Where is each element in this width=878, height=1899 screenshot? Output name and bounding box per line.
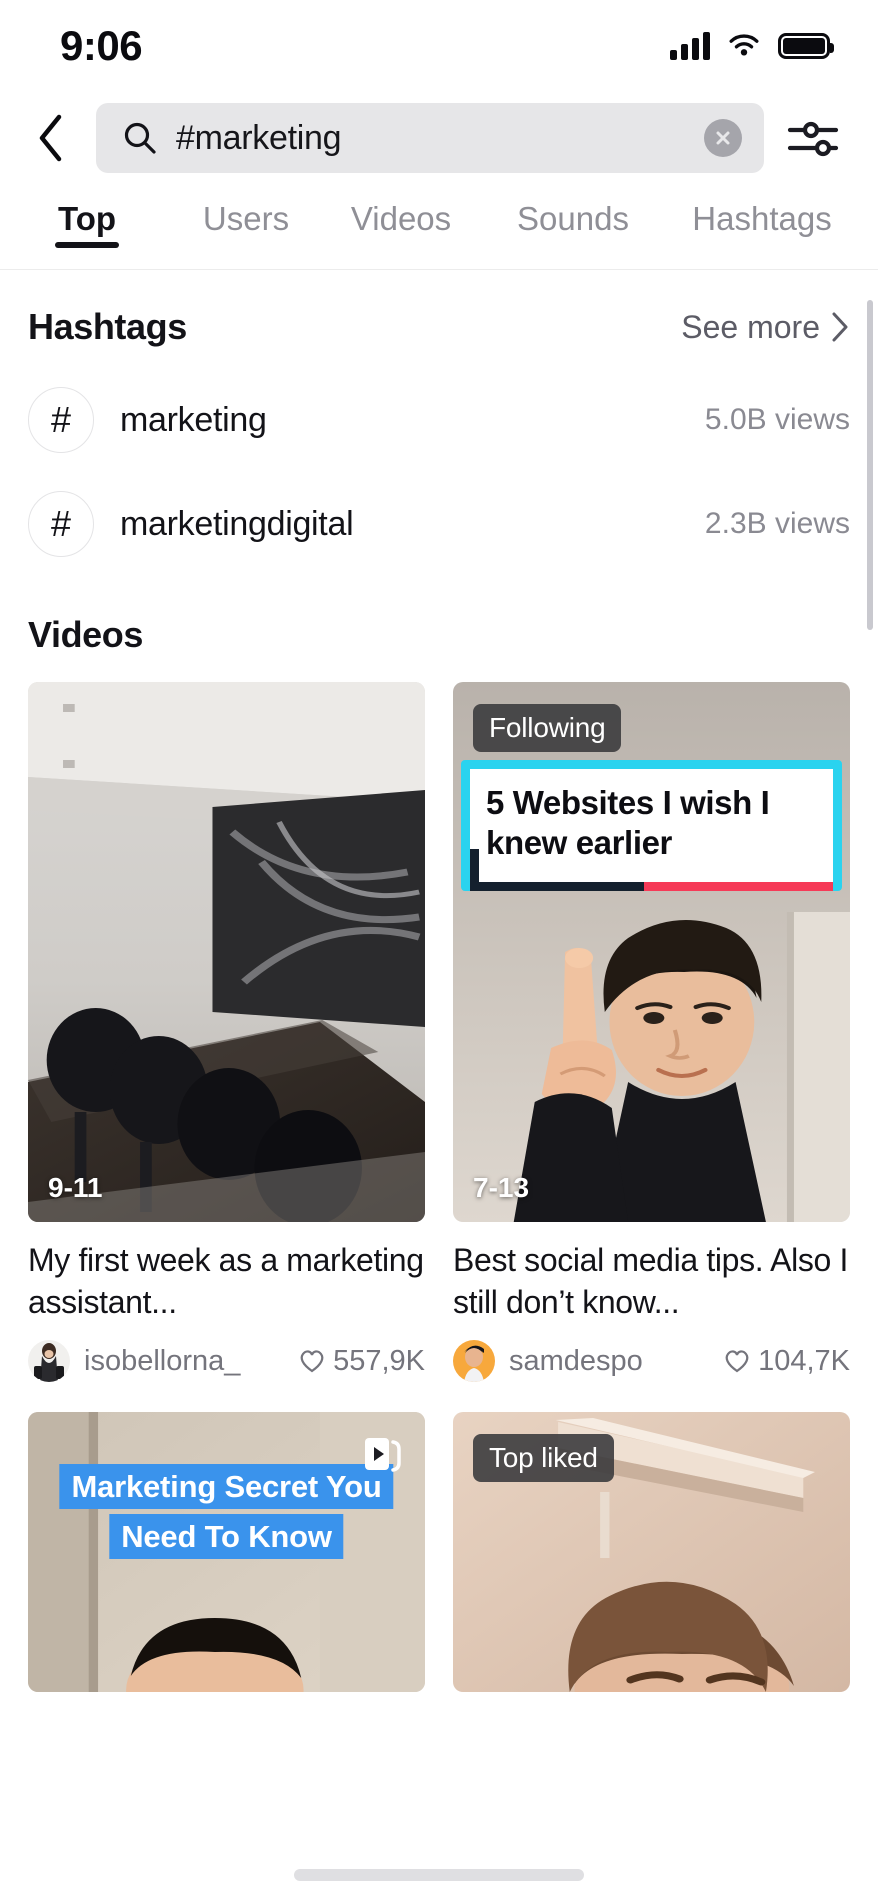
search-input[interactable]: #marketing (96, 103, 764, 173)
close-icon (716, 131, 730, 145)
video-author[interactable]: isobellorna_ (84, 1345, 298, 1378)
search-icon (124, 122, 156, 154)
thumbnail-image-conference-room (28, 682, 425, 1222)
hashtag-row[interactable]: # marketingdigital 2.3B views (0, 472, 878, 576)
chevron-right-icon (832, 312, 848, 342)
video-date: 7-13 (473, 1172, 530, 1203)
video-thumbnail[interactable]: Top liked (453, 1412, 850, 1692)
home-indicator (294, 1869, 584, 1881)
overlay-accent-bar-navy (470, 848, 645, 891)
video-caption: Best social media tips. Also I still don… (453, 1242, 849, 1320)
video-thumbnail[interactable]: Marketing Secret You Need To Know (28, 1412, 425, 1692)
tab-top[interactable]: Top (0, 194, 174, 248)
video-grid: 9-11 My first week as a marketing assist… (0, 682, 878, 1692)
overlay-accent-bar-red (644, 881, 833, 891)
video-text-overlay-card: 5 Websites I wish I knew earlier (461, 760, 842, 891)
hashtag-name: marketingdigital (120, 504, 354, 543)
tab-active-underline (55, 242, 119, 248)
overlay-text: Marketing Secret You Need To Know (59, 1464, 394, 1560)
tab-videos[interactable]: Videos (318, 194, 484, 238)
video-date: 9-11 (48, 1172, 103, 1203)
tab-hashtags[interactable]: Hashtags (662, 194, 862, 238)
videos-section-header: Videos (0, 614, 878, 656)
tab-sounds[interactable]: Sounds (484, 194, 662, 238)
avatar[interactable] (453, 1340, 495, 1382)
wifi-icon (729, 34, 759, 56)
battery-full-icon (778, 33, 834, 59)
back-button[interactable] (24, 108, 78, 168)
video-card[interactable]: Following 5 Websites I wish I knew earli… (439, 682, 864, 1382)
video-thumbnail[interactable]: 9-11 (28, 682, 425, 1222)
section-title-hashtags: Hashtags (28, 306, 187, 347)
hashtag-views: 2.3B views (704, 507, 850, 540)
photo-carousel-icon (365, 1438, 401, 1472)
clear-search-button[interactable] (704, 119, 742, 157)
overlay-text: 5 Websites I wish I knew earlier (486, 784, 770, 862)
video-text-overlay: Marketing Secret You Need To Know (56, 1462, 397, 1562)
filter-button[interactable] (782, 107, 844, 169)
status-icons (670, 32, 834, 60)
avatar-image (28, 1340, 70, 1382)
video-author[interactable]: samdespo (509, 1345, 723, 1378)
heart-icon (300, 1350, 324, 1373)
video-badge: Top liked (473, 1434, 614, 1482)
search-query-text: #marketing (176, 118, 342, 157)
hashtag-row[interactable]: # marketing 5.0B views (0, 368, 878, 472)
video-likes: 104,7K (723, 1345, 850, 1378)
tab-label: Users (202, 200, 290, 237)
see-more-label: See more (681, 308, 820, 345)
video-caption: My first week as a marketing assistant..… (28, 1242, 424, 1320)
video-card[interactable]: Marketing Secret You Need To Know (14, 1412, 439, 1692)
video-badge: Following (473, 704, 622, 752)
hashtags-section-header: Hashtags See more (0, 306, 878, 348)
section-title-videos: Videos (28, 614, 143, 655)
hash-icon: # (28, 491, 94, 557)
hashtag-name: marketing (120, 400, 267, 439)
tab-label: Sounds (517, 200, 629, 237)
tab-users[interactable]: Users (174, 194, 318, 238)
tab-label: Hashtags (692, 200, 832, 237)
video-likes: 557,9K (298, 1345, 425, 1378)
search-tabs: Top Users Videos Sounds Hashtags (0, 184, 878, 270)
like-count: 557,9K (333, 1344, 425, 1377)
vertical-scrollbar[interactable] (867, 300, 873, 630)
status-bar: 9:06 (0, 0, 878, 92)
hashtag-views: 5.0B views (704, 403, 850, 436)
like-count: 104,7K (758, 1344, 850, 1377)
video-meta: isobellorna_ 557,9K (28, 1340, 425, 1382)
hash-icon: # (28, 387, 94, 453)
video-meta: samdespo 104,7K (453, 1340, 850, 1382)
cellular-signal-icon (670, 32, 710, 60)
video-thumbnail[interactable]: Following 5 Websites I wish I knew earli… (453, 682, 850, 1222)
see-more-hashtags-button[interactable]: See more (681, 309, 850, 346)
heart-icon (725, 1350, 749, 1373)
tab-label: Top (57, 200, 117, 237)
filter-sliders-icon (787, 121, 839, 157)
tab-label: Videos (350, 200, 452, 237)
status-time: 9:06 (60, 22, 143, 69)
avatar[interactable] (28, 1340, 70, 1382)
back-chevron-icon (39, 114, 62, 162)
video-card[interactable]: 9-11 My first week as a marketing assist… (14, 682, 439, 1382)
avatar-image (453, 1340, 495, 1382)
tiktok-search-screen: 9:06 #marketing Top Users Videos Sounds … (0, 0, 878, 1899)
search-bar: #marketing (0, 92, 878, 184)
video-card[interactable]: Top liked (439, 1412, 864, 1692)
